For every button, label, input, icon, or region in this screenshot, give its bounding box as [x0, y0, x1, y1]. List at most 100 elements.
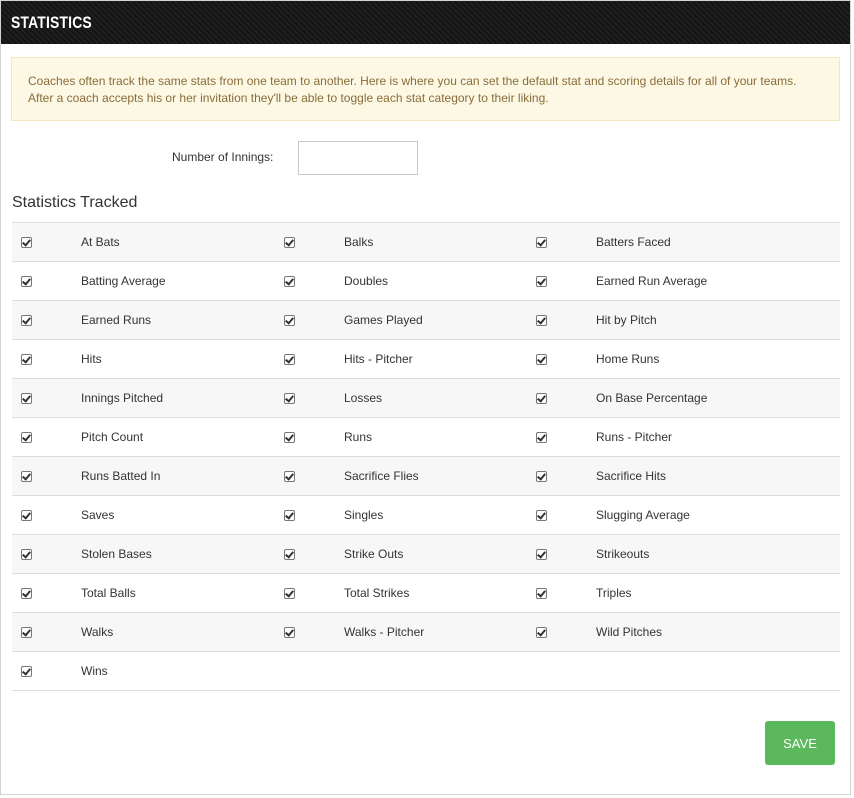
stat-item[interactable]: Singles — [275, 496, 383, 534]
stat-item[interactable]: Doubles — [275, 262, 388, 300]
stat-item[interactable]: Earned Run Average — [527, 262, 707, 300]
stat-label: Games Played — [344, 313, 423, 327]
stat-checkbox[interactable] — [536, 587, 547, 599]
panel-title: STATISTICS — [11, 12, 92, 32]
stat-label: Sacrifice Hits — [596, 469, 667, 483]
stat-item[interactable]: Balks — [275, 223, 373, 261]
stat-checkbox[interactable] — [536, 314, 547, 326]
stat-item[interactable]: Games Played — [275, 301, 423, 339]
stat-checkbox[interactable] — [536, 548, 547, 560]
stat-checkbox[interactable] — [536, 275, 547, 287]
stat-checkbox[interactable] — [284, 314, 295, 326]
table-row: Hits Hits - Pitcher Home Runs — [12, 340, 840, 379]
table-row: Stolen Bases Strike Outs Strikeouts — [12, 535, 840, 574]
stat-item[interactable]: Total Balls — [12, 574, 136, 612]
stat-checkbox[interactable] — [284, 548, 295, 560]
stat-item[interactable]: Sacrifice Flies — [275, 457, 419, 495]
stat-item[interactable]: Slugging Average — [527, 496, 690, 534]
stat-label: Runs - Pitcher — [596, 430, 673, 444]
stat-checkbox[interactable] — [21, 431, 32, 443]
table-row: Pitch Count Runs Runs - Pitcher — [12, 418, 840, 457]
stat-label: Batting Average — [81, 274, 166, 288]
stat-checkbox[interactable] — [284, 431, 295, 443]
stat-label: Triples — [596, 586, 632, 600]
stat-item[interactable]: Wild Pitches — [527, 613, 662, 651]
stat-item[interactable]: Earned Runs — [12, 301, 151, 339]
table-row: Innings Pitched Losses On Base Percentage — [12, 379, 840, 418]
table-row: Earned Runs Games Played Hit by Pitch — [12, 301, 840, 340]
table-row: Walks Walks - Pitcher Wild Pitches — [12, 613, 840, 652]
stat-checkbox[interactable] — [284, 587, 295, 599]
table-row: At Bats Balks Batters Faced — [12, 223, 840, 262]
save-button[interactable]: SAVE — [765, 721, 835, 765]
stat-checkbox[interactable] — [21, 626, 32, 638]
stat-item[interactable]: Batting Average — [12, 262, 166, 300]
stat-checkbox[interactable] — [536, 236, 547, 248]
stat-checkbox[interactable] — [536, 626, 547, 638]
stat-item[interactable]: Batters Faced — [527, 223, 671, 261]
stat-item[interactable]: Total Strikes — [275, 574, 409, 612]
stat-item[interactable]: Triples — [527, 574, 632, 612]
stat-item[interactable]: At Bats — [12, 223, 120, 261]
stat-item[interactable]: Innings Pitched — [12, 379, 163, 417]
stat-label: Walks - Pitcher — [344, 625, 425, 639]
stat-checkbox[interactable] — [284, 392, 295, 404]
stat-label: Walks — [81, 625, 114, 639]
stat-item[interactable]: Strikeouts — [527, 535, 649, 573]
stat-label: Batters Faced — [596, 235, 671, 249]
stat-label: Balks — [344, 235, 374, 249]
stat-label: Slugging Average — [596, 508, 690, 522]
stat-checkbox[interactable] — [21, 587, 32, 599]
stat-checkbox[interactable] — [536, 470, 547, 482]
stat-item[interactable]: Saves — [12, 496, 114, 534]
stat-checkbox[interactable] — [536, 353, 547, 365]
stat-checkbox[interactable] — [284, 236, 295, 248]
stat-checkbox[interactable] — [284, 353, 295, 365]
stat-checkbox[interactable] — [21, 236, 32, 248]
stat-checkbox[interactable] — [21, 392, 32, 404]
stat-checkbox[interactable] — [21, 665, 32, 677]
stat-item[interactable]: Walks - Pitcher — [275, 613, 424, 651]
stat-checkbox[interactable] — [284, 275, 295, 287]
stat-label: Saves — [81, 508, 115, 522]
stat-label: Runs Batted In — [81, 469, 161, 483]
stat-item[interactable]: Runs Batted In — [12, 457, 160, 495]
stat-item[interactable]: Stolen Bases — [12, 535, 152, 573]
stat-item[interactable]: Strike Outs — [275, 535, 403, 573]
stat-checkbox[interactable] — [536, 509, 547, 521]
stat-item[interactable]: Wins — [12, 652, 108, 690]
stat-item[interactable]: Hits - Pitcher — [275, 340, 413, 378]
table-row: Batting Average Doubles Earned Run Average — [12, 262, 840, 301]
stat-item[interactable]: Walks — [12, 613, 113, 651]
stat-label: Hits - Pitcher — [344, 352, 413, 366]
table-row: Runs Batted In Sacrifice Flies Sacrifice H… — [12, 457, 840, 496]
stat-item[interactable]: Runs — [275, 418, 372, 456]
stat-checkbox[interactable] — [21, 314, 32, 326]
stat-label: Losses — [344, 391, 383, 405]
stat-item[interactable]: Sacrifice Hits — [527, 457, 666, 495]
stat-label: Strikeouts — [596, 547, 650, 561]
stat-checkbox[interactable] — [536, 392, 547, 404]
stat-item[interactable]: Hit by Pitch — [527, 301, 657, 339]
stat-checkbox[interactable] — [284, 470, 295, 482]
stat-item[interactable]: Hits — [12, 340, 102, 378]
stat-checkbox[interactable] — [21, 470, 32, 482]
stat-checkbox[interactable] — [284, 626, 295, 638]
stat-label: On Base Percentage — [596, 391, 708, 405]
stat-item[interactable]: Losses — [275, 379, 382, 417]
stat-label: Runs — [344, 430, 373, 444]
stat-item[interactable]: Pitch Count — [12, 418, 143, 456]
stat-checkbox[interactable] — [21, 353, 32, 365]
table-row: Saves Singles Slugging Average — [12, 496, 840, 535]
statistics-panel: STATISTICS Coaches often track the same … — [0, 0, 851, 795]
stat-checkbox[interactable] — [284, 509, 295, 521]
stat-checkbox[interactable] — [21, 509, 32, 521]
stat-checkbox[interactable] — [21, 275, 32, 287]
stat-checkbox[interactable] — [536, 431, 547, 443]
stat-item[interactable]: Runs - Pitcher — [527, 418, 672, 456]
stat-item[interactable]: On Base Percentage — [527, 379, 707, 417]
innings-input[interactable] — [298, 141, 418, 175]
stat-checkbox[interactable] — [21, 548, 32, 560]
stat-item[interactable]: Home Runs — [527, 340, 659, 378]
stat-label: Hit by Pitch — [596, 313, 657, 327]
